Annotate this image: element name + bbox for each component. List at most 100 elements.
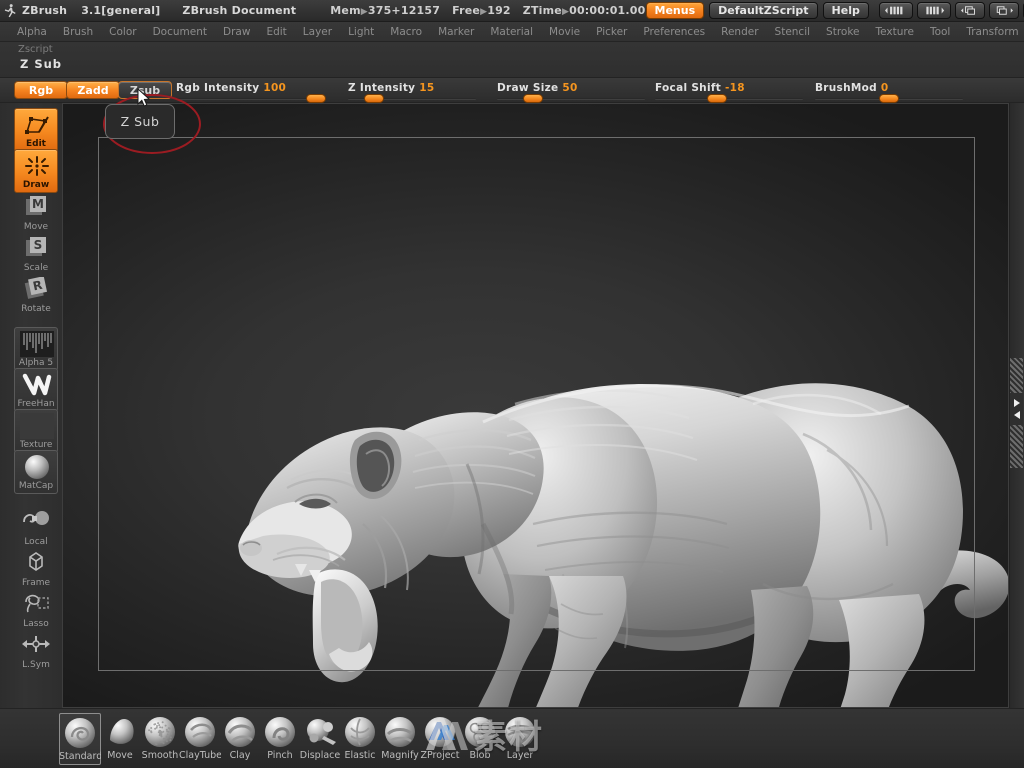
slider-label-focal-shift: Focal Shift -18 bbox=[655, 82, 745, 94]
shelf-button-move[interactable]: M Move bbox=[14, 190, 58, 234]
brush-elastic-thumb bbox=[341, 714, 379, 750]
brush-clay-thumb bbox=[221, 714, 259, 750]
move-m-icon: M bbox=[14, 191, 58, 221]
brush-smooth[interactable]: Smooth bbox=[139, 713, 181, 765]
menus-button[interactable]: Menus bbox=[646, 2, 705, 19]
shelf-button-alpha[interactable]: Alpha 5 bbox=[14, 327, 58, 371]
brush-toolbar: Rgb Zadd Zsub Rgb Intensity 100 Z Intensity … bbox=[0, 78, 1024, 103]
slider-knob[interactable] bbox=[306, 94, 326, 103]
brush-magnify[interactable]: Magnify bbox=[379, 713, 421, 765]
zscript-title: Z Sub bbox=[20, 57, 62, 71]
menu-item-stencil[interactable]: Stencil bbox=[768, 25, 818, 39]
slider-draw-size[interactable]: Draw Size 50 bbox=[497, 78, 645, 103]
toggle-zsub[interactable]: Zsub bbox=[118, 81, 172, 99]
zsub-tooltip: Z Sub bbox=[105, 104, 175, 139]
brush-blob-thumb bbox=[461, 714, 499, 750]
toggle-rgb[interactable]: Rgb bbox=[14, 81, 68, 99]
slider-label-z-intensity: Z Intensity 15 bbox=[348, 82, 434, 94]
brush-move[interactable]: Move bbox=[99, 713, 141, 765]
tray-expand-arrows-icon[interactable] bbox=[1010, 393, 1023, 425]
slider-knob[interactable] bbox=[523, 94, 543, 103]
tray-left-icon[interactable] bbox=[955, 2, 985, 19]
palette-scroll-left-icon[interactable] bbox=[879, 2, 913, 19]
shelf-button-edit[interactable]: Edit bbox=[14, 108, 58, 152]
menu-item-tool[interactable]: Tool bbox=[923, 25, 957, 39]
shelf-button-freehand[interactable]: FreeHan bbox=[14, 368, 58, 412]
shelf-label-rotate: Rotate bbox=[21, 304, 50, 315]
ztime-value: 00:00:01.00 bbox=[569, 4, 645, 17]
shelf-button-matcap[interactable]: MatCap bbox=[14, 450, 58, 494]
shelf-label-alpha: Alpha 5 bbox=[19, 358, 53, 369]
menu-item-marker[interactable]: Marker bbox=[431, 25, 481, 39]
slider-knob[interactable] bbox=[879, 94, 899, 103]
right-tray-rail[interactable] bbox=[1009, 103, 1024, 708]
shelf-button-local[interactable]: Local bbox=[14, 505, 58, 549]
sculpt-model bbox=[63, 104, 1008, 707]
menu-item-preferences[interactable]: Preferences bbox=[636, 25, 712, 39]
toggle-zadd[interactable]: Zadd bbox=[66, 81, 120, 99]
slider-knob[interactable] bbox=[707, 94, 727, 103]
menu-item-light[interactable]: Light bbox=[341, 25, 381, 39]
brush-claytube[interactable]: ClayTube bbox=[179, 713, 221, 765]
brush-elastic[interactable]: Elastic bbox=[339, 713, 381, 765]
menu-item-macro[interactable]: Macro bbox=[383, 25, 429, 39]
slider-track[interactable] bbox=[176, 98, 326, 100]
alpha-thumbnail-icon bbox=[15, 329, 58, 359]
default-zscript-button[interactable]: DefaultZScript bbox=[709, 2, 817, 19]
shelf-button-draw[interactable]: Draw bbox=[14, 149, 58, 193]
shelf-button-frame[interactable]: Frame bbox=[14, 546, 58, 590]
shelf-button-lasso[interactable]: Lasso bbox=[14, 587, 58, 631]
menu-item-draw[interactable]: Draw bbox=[216, 25, 257, 39]
menu-item-document[interactable]: Document bbox=[146, 25, 214, 39]
menu-item-layer[interactable]: Layer bbox=[296, 25, 339, 39]
slider-label-draw-size: Draw Size 50 bbox=[497, 82, 578, 94]
slider-focal-shift[interactable]: Focal Shift -18 bbox=[655, 78, 803, 103]
brush-clay[interactable]: Clay bbox=[219, 713, 261, 765]
brush-displace[interactable]: Displace bbox=[299, 713, 341, 765]
zbrush-window: ZBrush 3.1[general] ZBrush Document Mem▶… bbox=[0, 0, 1024, 768]
local-pivot-icon bbox=[14, 506, 58, 536]
brush-standard[interactable]: Standard bbox=[59, 713, 101, 765]
slider-value: 15 bbox=[415, 82, 434, 94]
menu-item-brush[interactable]: Brush bbox=[56, 25, 100, 39]
document-canvas[interactable] bbox=[62, 103, 1009, 708]
slider-track[interactable] bbox=[655, 98, 803, 100]
menu-item-color[interactable]: Color bbox=[102, 25, 143, 39]
tray-right-icon[interactable] bbox=[989, 2, 1019, 19]
menu-item-texture[interactable]: Texture bbox=[869, 25, 921, 39]
zscript-palette-label[interactable]: Zscript bbox=[18, 44, 53, 55]
ztime-readout: ZTime▶00:00:01.00 bbox=[523, 4, 646, 17]
mem-label: Mem bbox=[330, 4, 360, 17]
brush-pinch[interactable]: Pinch bbox=[259, 713, 301, 765]
slider-knob[interactable] bbox=[364, 94, 384, 103]
slider-value: 50 bbox=[558, 82, 577, 94]
shelf-button-scale[interactable]: S Scale bbox=[14, 231, 58, 275]
menu-item-transform[interactable]: Transform bbox=[959, 25, 1024, 39]
menu-item-edit[interactable]: Edit bbox=[259, 25, 293, 39]
slider-rgb-intensity[interactable]: Rgb Intensity 100 bbox=[176, 78, 326, 103]
slider-value: -18 bbox=[721, 82, 745, 94]
menu-item-alpha[interactable]: Alpha bbox=[10, 25, 54, 39]
slider-brushmod[interactable]: BrushMod 0 bbox=[815, 78, 963, 103]
menu-item-stroke[interactable]: Stroke bbox=[819, 25, 866, 39]
zscript-strip: Zscript Z Sub bbox=[0, 42, 1024, 78]
shelf-button-rotate[interactable]: R Rotate bbox=[14, 272, 58, 316]
brush-blob[interactable]: Blob bbox=[459, 713, 501, 765]
menu-item-material[interactable]: Material bbox=[483, 25, 540, 39]
shelf-button-lsym[interactable]: L.Sym bbox=[14, 628, 58, 672]
shelf-label-move: Move bbox=[24, 222, 48, 233]
shelf-button-texture[interactable]: Texture bbox=[14, 409, 58, 453]
slider-z-intensity[interactable]: Z Intensity 15 bbox=[348, 78, 476, 103]
shelf-label-texture: Texture bbox=[20, 440, 53, 451]
brush-label-layer: Layer bbox=[507, 750, 534, 762]
brush-layer[interactable]: Layer bbox=[499, 713, 541, 765]
slider-track[interactable] bbox=[497, 98, 645, 100]
menu-item-render[interactable]: Render bbox=[714, 25, 765, 39]
menu-item-movie[interactable]: Movie bbox=[542, 25, 587, 39]
help-button[interactable]: Help bbox=[823, 2, 869, 19]
texture-empty-icon bbox=[15, 411, 58, 441]
palette-scroll-right-icon[interactable] bbox=[917, 2, 951, 19]
brush-zproject[interactable]: ZProject bbox=[419, 713, 461, 765]
shelf-label-edit: Edit bbox=[26, 139, 46, 150]
menu-item-picker[interactable]: Picker bbox=[589, 25, 634, 39]
